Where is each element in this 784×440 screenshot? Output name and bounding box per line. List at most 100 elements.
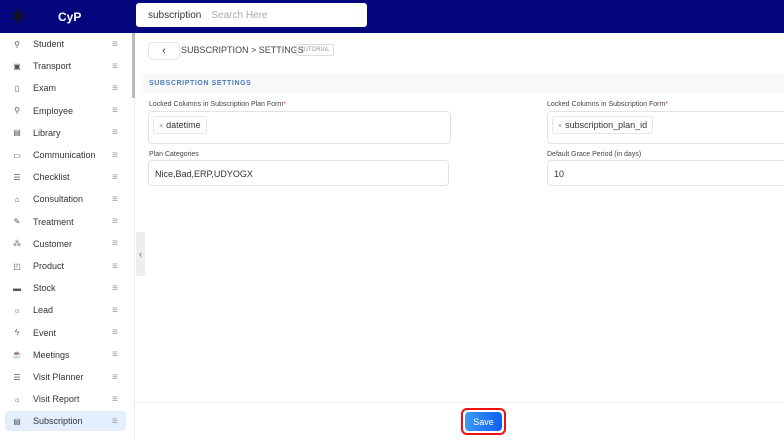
drag-handle-icon[interactable]: ≡ [112,261,122,272]
card-icon: ▤ [13,416,21,426]
sidebar-item-visit-report[interactable]: ☼ Visit Report ≡ [5,389,126,409]
drag-handle-icon[interactable]: ≡ [112,172,122,183]
search-placeholder[interactable]: Search Here [211,10,267,21]
user-icon: ⚲ [14,106,20,116]
remove-icon[interactable]: × [558,123,562,130]
customers-icon: ⁂ [13,239,21,249]
sidebar-item-label: Meetings [33,349,70,360]
drag-handle-icon[interactable]: ≡ [112,61,122,72]
drag-handle-icon[interactable]: ≡ [112,394,122,405]
sidebar-item-label: Communication [33,150,96,160]
sidebar-item-visit-planner[interactable]: ☰ Visit Planner ≡ [5,367,126,387]
sidebar-item-label: Treatment [33,216,74,227]
sidebar-item-label: Employee [33,105,74,116]
sidebar-item-label: Lead [33,305,54,316]
sidebar-item-transport[interactable]: ▣ Transport ≡ [5,56,126,76]
drag-handle-icon[interactable]: ≡ [112,216,122,227]
sidebar-scrollbar[interactable] [132,33,135,98]
drag-handle-icon[interactable]: ≡ [112,327,122,338]
search-input[interactable]: subscription Search Here [136,3,367,27]
drag-handle-icon[interactable]: ≡ [112,372,122,383]
plan-locked-columns-field[interactable]: × datetime [148,111,451,144]
back-button[interactable]: ‹ [148,42,180,60]
chip-subscription-plan-id[interactable]: × subscription_plan_id [552,116,654,134]
drag-handle-icon[interactable]: ≡ [112,127,122,138]
syringe-icon: ✎ [13,217,21,227]
sidebar-item-lead[interactable]: ☼ Lead ≡ [5,300,126,320]
sidebar-item-product[interactable]: ◰ Product ≡ [5,256,126,276]
plan-categories-input[interactable]: Nice,Bad,ERP,UDYOGX [148,160,449,186]
drag-handle-icon[interactable]: ≡ [112,39,122,50]
user-icon: ⚲ [14,39,20,49]
sidebar-item-customer[interactable]: ⁂ Customer ≡ [5,234,126,254]
top-bar: CyP subscription Search Here [0,0,784,33]
sidebar-item-stock[interactable]: ▬ Stock ≡ [5,278,126,298]
message-icon: ▭ [13,150,21,160]
bulb-icon: ☼ [13,394,21,404]
drag-handle-icon[interactable]: ≡ [112,283,122,294]
sidebar-item-library[interactable]: ▤ Library ≡ [5,123,126,143]
sidebar-item-label: Student [33,39,65,49]
sidebar-item-student[interactable]: ⚲ Student ≡ [5,34,126,54]
bulb-icon: ☼ [13,305,21,315]
sidebar-item-treatment[interactable]: ✎ Treatment ≡ [5,212,126,232]
sub-locked-columns-field[interactable]: × subscription_plan_id [547,111,784,144]
sidebar-item-label: Library [33,127,61,138]
sidebar-item-label: Transport [33,61,72,72]
brand-name: CyP [58,10,82,24]
sidebar-item-label: Checklist [33,172,70,183]
library-icon: ▤ [13,128,21,138]
sidebar-item-label: Subscription [33,416,83,427]
sidebar-item-exam[interactable]: ▯ Exam ≡ [5,78,126,98]
drag-handle-icon[interactable]: ≡ [112,305,122,316]
list-icon: ☰ [13,172,21,182]
sidebar-item-label: Stock [33,283,56,294]
event-icon: ϟ [14,328,20,338]
chevron-left-icon: ‹ [162,45,166,57]
tutorial-link[interactable]: TUTORIAL [296,44,334,56]
sidebar-item-communication[interactable]: ▭ Communication ≡ [5,145,126,165]
sidebar-item-subscription[interactable]: ▤ Subscription ≡ [5,411,126,432]
consultation-icon: ⌂ [14,194,20,204]
grace-period-input[interactable]: 10 [547,160,784,186]
bag-icon: ◰ [13,261,21,271]
sidebar-item-label: Product [33,261,65,271]
drag-handle-icon[interactable]: ≡ [112,150,122,161]
chip-datetime[interactable]: × datetime [153,116,207,134]
search-module[interactable]: subscription [148,10,201,21]
sidebar: ⚲ Student ≡ ▣ Transport ≡ ▯ Exam ≡ ⚲ Employee ≡ ▤ Lib… [0,33,132,440]
sidebar-item-label: Visit Planner [33,372,84,382]
drag-handle-icon[interactable]: ≡ [112,105,122,116]
save-button[interactable]: Save [461,408,506,435]
drag-handle-icon[interactable]: ≡ [112,238,122,249]
sidebar-item-employee[interactable]: ⚲ Employee ≡ [5,101,126,121]
sidebar-item-event[interactable]: ϟ Event ≡ [5,323,126,343]
sidebar-item-label: Visit Report [33,394,80,405]
stock-icon: ▬ [13,283,21,293]
drag-handle-icon[interactable]: ≡ [112,83,122,94]
plan-locked-label: Locked Columns in Subscription Plan Form… [149,101,286,108]
bus-icon: ▣ [13,61,21,71]
section-title: SUBSCRIPTION SETTINGS [143,74,784,93]
sidebar-item-label: Event [33,327,57,338]
sub-locked-label: Locked Columns in Subscription Form* [547,101,669,108]
breadcrumb: SUBSCRIPTION > SETTINGS [181,45,304,55]
sidebar-item-meetings[interactable]: ☕ Meetings ≡ [5,345,126,365]
plan-categories-label: Plan Categories [149,151,199,158]
sidebar-item-consultation[interactable]: ⌂ Consultation ≡ [5,189,126,209]
sidebar-item-label: Consultation [33,194,84,205]
clipboard-icon: ▯ [14,83,20,93]
chevron-left-icon: ‹ [139,249,142,259]
list-icon: ☰ [13,372,21,382]
sidebar-item-label: Exam [33,83,57,94]
save-label[interactable]: Save [465,412,502,431]
drag-handle-icon[interactable]: ≡ [112,194,122,205]
remove-icon[interactable]: × [159,123,163,130]
drag-handle-icon[interactable]: ≡ [112,416,122,427]
coffee-icon: ☕ [12,350,22,360]
sidebar-item-checklist[interactable]: ☰ Checklist ≡ [5,167,126,187]
sidebar-item-label: Customer [33,238,73,249]
drag-handle-icon[interactable]: ≡ [112,349,122,360]
collapse-sidebar-button[interactable]: ‹ [136,232,145,276]
logo-icon [11,8,25,24]
